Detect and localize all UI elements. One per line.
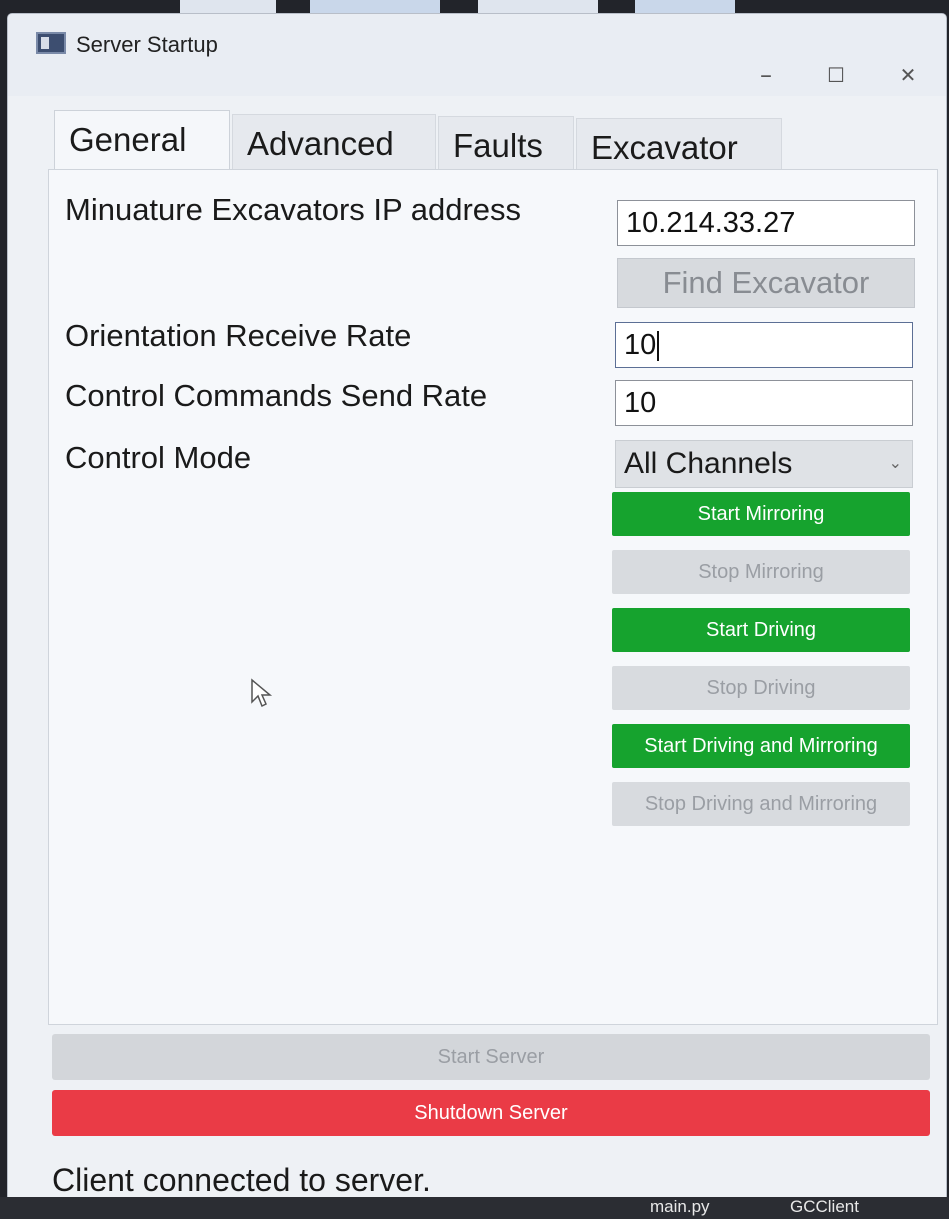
start-driving-mirroring-button[interactable]: Start Driving and Mirroring xyxy=(612,724,910,768)
title-bar[interactable]: Server Startup – ☐ ✕ xyxy=(8,14,946,96)
stop-driving-mirroring-button[interactable]: Stop Driving and Mirroring xyxy=(612,782,910,826)
taskbar-item-gcclient[interactable]: GCClient xyxy=(790,1197,859,1217)
stop-mirroring-button[interactable]: Stop Mirroring xyxy=(612,550,910,594)
tab-advanced[interactable]: Advanced xyxy=(232,114,436,172)
start-server-button[interactable]: Start Server xyxy=(52,1034,930,1080)
control-mode-value: All Channels xyxy=(624,447,793,480)
taskbar: main.py GCClient xyxy=(0,1197,949,1219)
mouse-pointer-icon xyxy=(251,678,273,708)
desktop: Server Startup – ☐ ✕ General Advanced Fa… xyxy=(0,0,949,1219)
minimize-button[interactable]: – xyxy=(746,60,786,90)
control-rate-label: Control Commands Send Rate xyxy=(65,378,488,413)
ip-address-field[interactable]: 10.214.33.27 xyxy=(617,200,915,246)
orientation-rate-field[interactable]: 10 xyxy=(615,322,913,368)
chevron-down-icon: ⌄ xyxy=(888,455,902,472)
server-startup-window: Server Startup – ☐ ✕ General Advanced Fa… xyxy=(8,14,946,1204)
tab-excavator[interactable]: Excavator xyxy=(576,118,782,176)
start-driving-button[interactable]: Start Driving xyxy=(612,608,910,652)
ip-address-label: Minuature Excavators IP address xyxy=(65,192,522,227)
app-window-icon xyxy=(36,32,66,54)
shutdown-server-button[interactable]: Shutdown Server xyxy=(52,1090,930,1136)
tab-general[interactable]: General xyxy=(54,110,230,172)
stop-driving-button[interactable]: Stop Driving xyxy=(612,666,910,710)
tab-faults[interactable]: Faults xyxy=(438,116,574,174)
window-title: Server Startup xyxy=(76,32,218,57)
general-tab-panel: Minuature Excavators IP address 10.214.3… xyxy=(48,169,938,1025)
control-rate-field[interactable]: 10 xyxy=(615,380,913,426)
start-mirroring-button[interactable]: Start Mirroring xyxy=(612,492,910,536)
orientation-rate-label: Orientation Receive Rate xyxy=(65,318,412,353)
close-button[interactable]: ✕ xyxy=(888,60,928,90)
tab-bar: General Advanced Faults Excavator xyxy=(54,110,814,176)
maximize-button[interactable]: ☐ xyxy=(816,60,856,90)
orientation-rate-value: 10 xyxy=(624,329,657,361)
control-mode-label: Control Mode xyxy=(65,440,252,475)
control-mode-select[interactable]: All Channels ⌄ xyxy=(615,440,913,488)
text-caret xyxy=(657,331,660,362)
find-excavator-button[interactable]: Find Excavator xyxy=(617,258,915,308)
taskbar-item-main-py[interactable]: main.py xyxy=(650,1197,710,1217)
status-message: Client connected to server. xyxy=(52,1162,431,1198)
